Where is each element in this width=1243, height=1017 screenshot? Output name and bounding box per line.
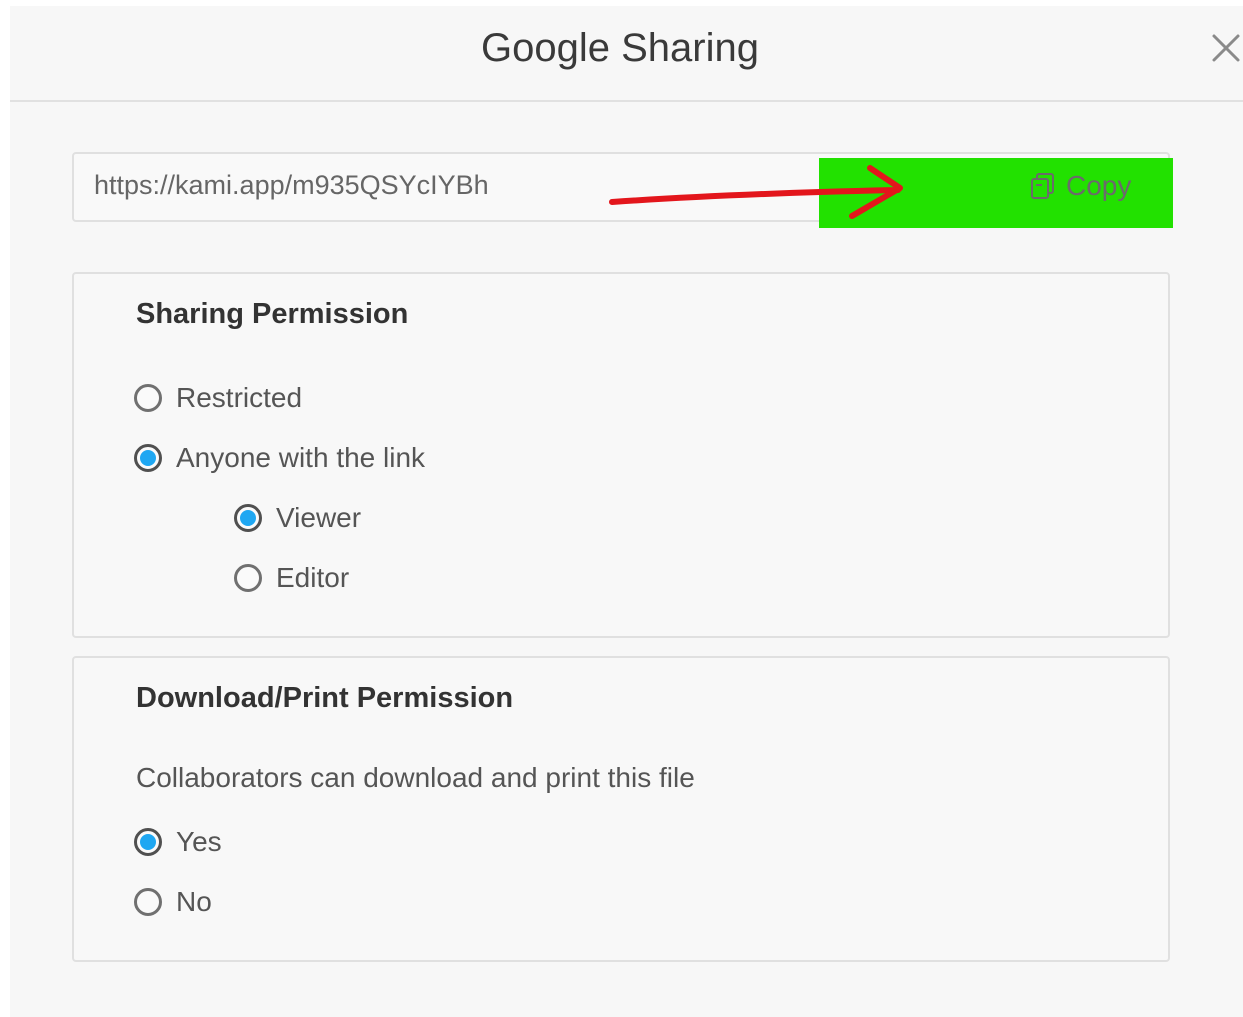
copy-button[interactable]: Copy [1028, 166, 1131, 206]
google-sharing-dialog: Google Sharing https://kami.app/m935QSYc… [10, 6, 1243, 1017]
share-link-url: https://kami.app/m935QSYcIYBh [94, 170, 489, 200]
download-print-permission-title: Download/Print Permission [136, 682, 514, 714]
download-permission-description: Collaborators can download and print thi… [136, 762, 695, 793]
radio-viewer[interactable]: Viewer [234, 502, 361, 534]
radio-editor[interactable]: Editor [234, 562, 349, 594]
dialog-header: Google Sharing [10, 6, 1243, 102]
radio-label: Anyone with the link [176, 442, 426, 473]
radio-label: No [176, 886, 212, 917]
close-icon [1212, 34, 1240, 62]
radio-anyone-with-link[interactable]: Anyone with the link [134, 442, 425, 474]
radio-button [134, 888, 162, 916]
dialog-title: Google Sharing [481, 26, 759, 70]
radio-no[interactable]: No [134, 886, 212, 918]
radio-button [234, 564, 262, 592]
sharing-permission-title: Sharing Permission [136, 298, 409, 330]
radio-label: Editor [276, 562, 350, 593]
radio-label: Restricted [176, 382, 303, 413]
radio-button-selected [134, 828, 162, 856]
radio-button [134, 384, 162, 412]
red-arrow-annotation [609, 165, 903, 219]
radio-label: Yes [176, 826, 222, 857]
copy-button-label: Copy [1066, 170, 1132, 201]
download-print-permission-card: Download/Print Permission Collaborators … [72, 656, 1170, 962]
radio-yes[interactable]: Yes [134, 826, 222, 858]
radio-button-selected [134, 444, 162, 472]
radio-restricted[interactable]: Restricted [134, 382, 302, 414]
sharing-permission-card: Sharing Permission Restricted Anyone wit… [72, 272, 1170, 638]
radio-button-selected [234, 504, 262, 532]
close-button[interactable] [1208, 30, 1243, 66]
copy-icon [1031, 173, 1054, 199]
radio-label: Viewer [276, 502, 362, 533]
